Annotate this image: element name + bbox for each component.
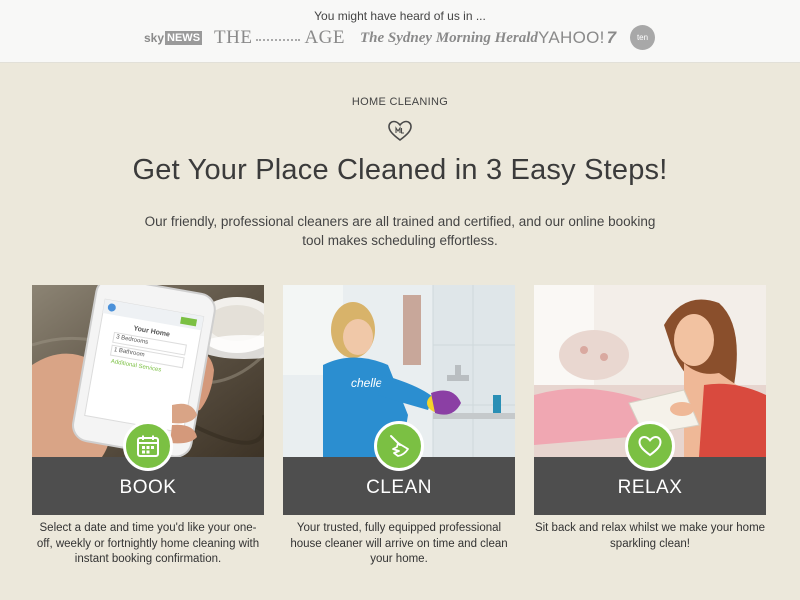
section-eyebrow: HOME CLEANING <box>351 96 449 108</box>
press-title: You might have heard of us in ... <box>314 9 486 23</box>
smh-logo: The Sydney Morning Herald <box>360 29 538 46</box>
press-bar: You might have heard of us in ... sky NEW… <box>0 0 800 63</box>
broom-icon <box>390 435 409 457</box>
step-book-badge <box>123 421 173 471</box>
step-relax: RELAX Sit back and relax whilst we make … <box>534 285 766 552</box>
yahoo-logo-text: YAHOO! <box>538 28 605 47</box>
sky-news-logo-part2: NEWS <box>165 31 203 45</box>
intro-text: Our friendly, professional cleaners are … <box>144 214 656 248</box>
yahoo-logo-suffix: 7 <box>606 28 617 47</box>
the-age-logo: THE AGE <box>214 24 345 52</box>
step-clean-description: Your trusted, fully equipped professiona… <box>290 522 508 565</box>
step-relax-description: Sit back and relax whilst we make your h… <box>534 522 766 550</box>
svg-text:chelle: chelle <box>351 376 383 390</box>
yahoo7-logo: YAHOO! 7 <box>538 24 616 52</box>
step-book-description: Select a date and time you'd like your o… <box>36 522 260 565</box>
sky-news-logo: sky NEWS <box>144 24 203 52</box>
calendar-icon <box>137 435 159 457</box>
crest-icon <box>256 31 301 41</box>
page-headline: Get Your Place Cleaned in 3 Easy Steps! <box>132 154 668 186</box>
the-age-logo-part1: THE <box>214 27 253 48</box>
press-logos: sky NEWS THE AGE The Sydney Morning Herald… <box>0 24 800 52</box>
step-clean: chelle CLEAN Your trusted, fully equippe… <box>283 285 515 568</box>
step-book: Your Home 3 Bedrooms 1 Bathroom Addition… <box>32 285 264 568</box>
ten-logo: ten <box>630 25 655 50</box>
sky-news-logo-part1: sky <box>144 31 165 45</box>
step-clean-badge <box>374 421 424 471</box>
the-age-logo-part2: AGE <box>304 27 345 48</box>
step-relax-badge <box>625 421 675 471</box>
heart-logo-icon <box>388 120 412 142</box>
heart-icon <box>638 435 662 457</box>
